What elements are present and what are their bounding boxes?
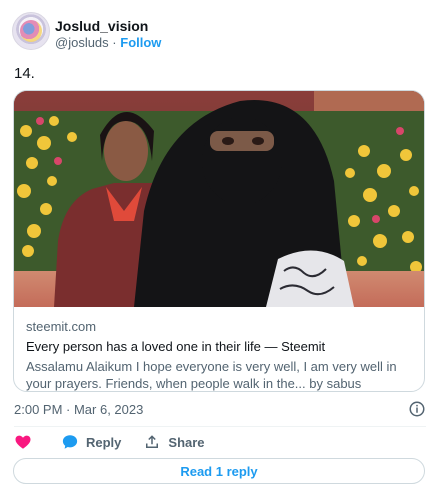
- read-replies-button[interactable]: Read 1 reply: [13, 458, 425, 484]
- avatar[interactable]: [12, 12, 50, 50]
- reply-button[interactable]: Reply: [61, 433, 121, 451]
- action-bar: Reply Share: [14, 432, 227, 452]
- author-handle[interactable]: @josluds: [55, 35, 109, 50]
- card-image: [14, 91, 424, 307]
- heart-icon: [15, 435, 31, 449]
- meta-row: 2:00 PM · Mar 6, 2023: [14, 400, 426, 418]
- reply-bubble-icon: [62, 435, 78, 449]
- link-card[interactable]: steemit.com Every person has a loved one…: [13, 90, 425, 392]
- card-title: Every person has a loved one in their li…: [26, 339, 326, 354]
- author-info: Joslud_vision @josluds · Follow: [55, 18, 161, 51]
- avatar-logo-icon: [20, 20, 42, 42]
- card-description: Assalamu Alaikum I hope everyone is very…: [26, 359, 397, 391]
- follow-link[interactable]: Follow: [120, 35, 161, 50]
- card-photo: [14, 91, 424, 307]
- like-button[interactable]: [14, 433, 39, 451]
- tweet-text: 14.: [14, 65, 35, 82]
- timestamp-link[interactable]: 2:00 PM · Mar 6, 2023: [14, 402, 143, 417]
- tweet-embed: Joslud_vision @josluds · Follow 14. stee…: [0, 0, 439, 496]
- author-display-name[interactable]: Joslud_vision: [55, 18, 161, 34]
- share-upload-icon: [146, 435, 159, 448]
- divider: [14, 426, 426, 427]
- card-domain: steemit.com: [26, 319, 97, 334]
- separator-dot: ·: [112, 35, 117, 50]
- tweet-header: Joslud_vision @josluds · Follow: [12, 12, 161, 51]
- reply-label: Reply: [86, 434, 122, 450]
- info-icon[interactable]: [408, 400, 426, 418]
- card-body: steemit.com Every person has a loved one…: [14, 307, 424, 391]
- author-handle-row: @josluds · Follow: [55, 35, 161, 51]
- share-label: Share: [168, 434, 205, 450]
- share-button[interactable]: Share: [143, 433, 205, 451]
